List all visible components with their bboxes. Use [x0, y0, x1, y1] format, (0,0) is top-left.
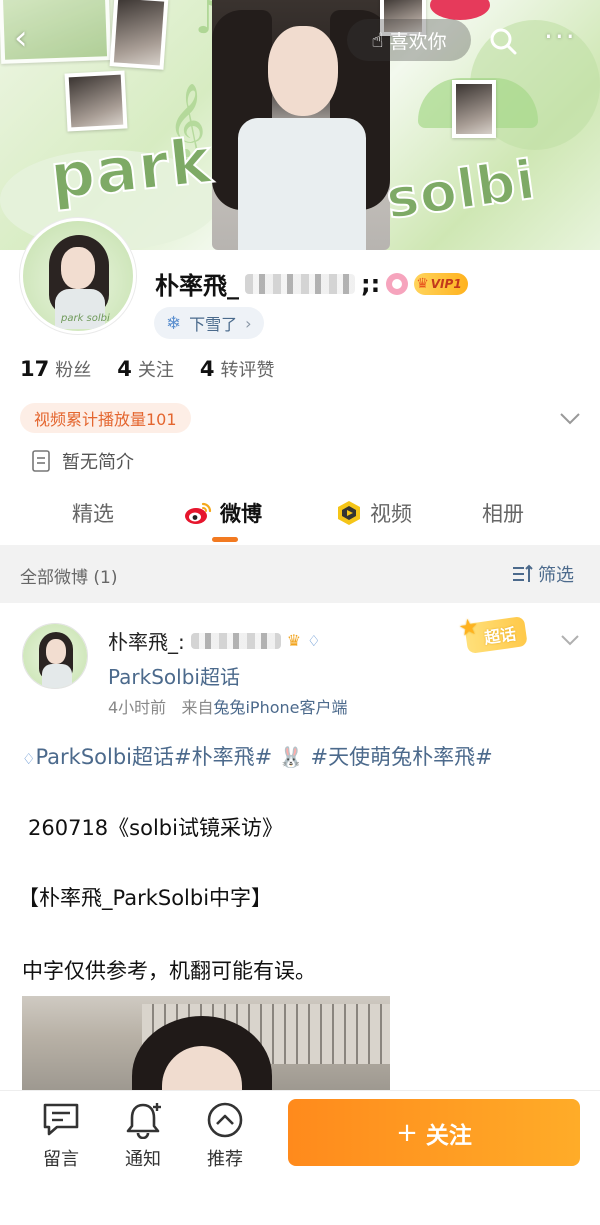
- roses-decoration: [430, 0, 490, 20]
- more-icon[interactable]: ···: [544, 23, 580, 56]
- vip-badge[interactable]: ♛ VIP1: [414, 272, 468, 295]
- post-source[interactable]: 兔兔iPhone客户端: [213, 698, 347, 717]
- super-topic-badge[interactable]: ★ 超话: [457, 614, 528, 655]
- avatar-caption: park solbi: [61, 313, 110, 324]
- video-icon: [338, 501, 360, 525]
- bottom-action-bar: 留言 通知 推荐 + 关注: [0, 1090, 600, 1225]
- post-image[interactable]: [22, 996, 390, 1096]
- post-hashtags[interactable]: ♢ParkSolbi超话#朴率飛# 🐰 #天使萌兔朴率飛#: [22, 741, 493, 771]
- banner-word-solbi: solbi: [381, 147, 540, 232]
- username: 朴率飛_: [155, 272, 239, 300]
- crown-icon: ♛: [286, 631, 302, 650]
- post-time: 4小时前: [108, 698, 167, 717]
- post-from-prefix: 来自: [181, 698, 214, 717]
- stats-row: 17 粉丝 4 关注 4 转评赞: [20, 356, 274, 382]
- bell-icon: [126, 1103, 161, 1139]
- chevron-down-icon[interactable]: [558, 628, 582, 652]
- post-meta: 4小时前 来自兔兔iPhone客户端: [108, 694, 347, 718]
- video-play-count-tag[interactable]: 视频累计播放量101: [20, 403, 191, 433]
- post-count-label: 全部微博 (1): [20, 568, 118, 588]
- message-icon: [43, 1103, 79, 1136]
- post-text-line: 中字仅供参考，机翻可能有误。: [22, 959, 316, 983]
- avatar[interactable]: park solbi: [20, 218, 136, 334]
- search-icon[interactable]: [488, 26, 518, 56]
- banner-photo: [452, 80, 496, 138]
- like-icon: ☝: [371, 28, 384, 52]
- like-button[interactable]: ☝ 喜欢你: [347, 19, 471, 61]
- tab-featured[interactable]: 精选: [72, 498, 114, 528]
- banner-photo: [64, 70, 128, 132]
- post-topic-link[interactable]: ParkSolbi超话: [108, 661, 240, 690]
- diamond-icon: ♢: [22, 750, 36, 768]
- stat-following[interactable]: 4 关注: [117, 356, 174, 382]
- like-label: 喜欢你: [389, 30, 447, 53]
- post-author-avatar[interactable]: [22, 623, 88, 689]
- back-icon[interactable]: ‹: [14, 21, 44, 55]
- weibo-icon: [185, 502, 212, 524]
- bio-text: 暂无简介: [62, 452, 134, 473]
- follow-label: 关注: [425, 1122, 472, 1149]
- blurred-text: [190, 632, 281, 649]
- hashtag-topic[interactable]: ParkSolbi超话#朴率飛#: [35, 745, 272, 769]
- recommend-button[interactable]: 推荐: [195, 1101, 255, 1171]
- star-icon: ★: [457, 614, 481, 642]
- hashtag-angel-rabbit[interactable]: #天使萌兔朴率飛#: [311, 745, 493, 769]
- active-tab-indicator: [212, 537, 238, 542]
- mood-label: 下雪了: [189, 315, 238, 334]
- post-text-line: 【朴率飛_ParkSolbi中字】: [18, 886, 273, 910]
- chevron-right-icon: ›: [245, 313, 252, 333]
- vip-label: VIP1: [430, 276, 462, 291]
- filter-bar: 全部微博 (1) 筛选: [0, 545, 600, 603]
- bio-row[interactable]: 暂无简介: [32, 448, 134, 474]
- recommend-icon: [207, 1102, 243, 1138]
- tab-video[interactable]: 视频: [336, 498, 412, 528]
- filter-icon: [513, 564, 533, 582]
- plus-icon: +: [396, 1117, 418, 1148]
- stat-interactions[interactable]: 4 转评赞: [200, 356, 275, 382]
- ears-icon[interactable]: [386, 272, 409, 295]
- filter-button[interactable]: 筛选: [512, 561, 574, 587]
- post-text-line: 260718《solbi试镜采访》: [28, 816, 283, 840]
- diamond-icon: ♢: [307, 631, 321, 650]
- username-row: 朴率飛_ ;: ♛ VIP1: [155, 266, 468, 301]
- doc-icon: [32, 450, 50, 472]
- username-suffix: ;:: [361, 269, 381, 298]
- post-author-name: 朴率飛_:: [108, 630, 185, 654]
- notify-button[interactable]: 通知: [113, 1101, 173, 1171]
- banner-photo: [109, 0, 169, 70]
- tab-weibo[interactable]: 微博: [184, 498, 262, 528]
- chevron-down-icon[interactable]: [556, 404, 584, 432]
- crown-icon: ♛: [416, 275, 429, 292]
- stat-followers[interactable]: 17 粉丝: [20, 356, 91, 382]
- snow-icon: ❄: [166, 312, 182, 334]
- profile-tabs: 精选 微博 视频 相册: [0, 490, 600, 540]
- mood-status[interactable]: ❄ 下雪了 ›: [154, 307, 264, 339]
- follow-button[interactable]: + 关注: [288, 1099, 580, 1166]
- post-author-row[interactable]: 朴率飛_: ♛ ♢: [108, 626, 321, 655]
- blurred-text: [245, 273, 355, 294]
- tab-album[interactable]: 相册: [482, 498, 524, 528]
- comment-button[interactable]: 留言: [31, 1101, 91, 1171]
- rabbit-icon: 🐰: [278, 745, 304, 769]
